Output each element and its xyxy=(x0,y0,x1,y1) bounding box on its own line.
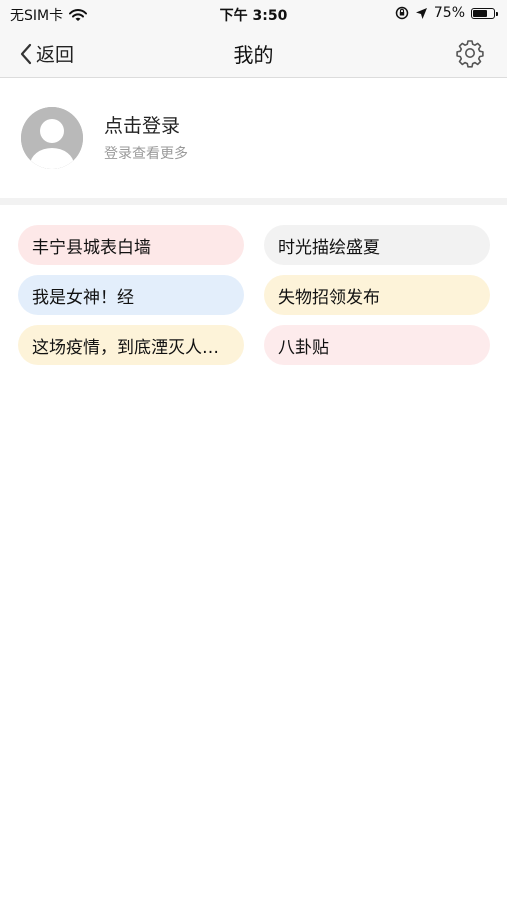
profile-section[interactable]: 点击登录 登录查看更多 xyxy=(0,78,507,198)
navigation-bar: 返回 我的 xyxy=(0,28,507,78)
battery-level xyxy=(473,9,487,17)
page-title: 我的 xyxy=(233,43,274,67)
section-divider xyxy=(0,198,507,205)
login-title[interactable]: 点击登录 xyxy=(104,111,180,138)
avatar[interactable] xyxy=(21,107,83,169)
default-avatar-icon xyxy=(21,107,83,169)
login-subtitle: 登录查看更多 xyxy=(104,146,188,162)
topic-chip-label: 时光描绘盛夏 xyxy=(278,237,380,258)
topic-chip[interactable]: 失物招领发布 xyxy=(264,275,490,315)
topic-chip-label: 我是女神！经 xyxy=(32,287,134,308)
battery-percent: 75% xyxy=(433,5,465,21)
battery-icon xyxy=(471,7,498,19)
status-bar: 无SIM卡 下午 3:50 75% xyxy=(0,0,507,28)
status-right: 75% xyxy=(395,5,498,21)
topic-chip-label: 这场疫情，到底湮灭人性还是唤醒人性 xyxy=(32,337,230,358)
topic-chip[interactable]: 八卦贴 xyxy=(264,325,490,365)
topic-chip-label: 八卦贴 xyxy=(278,337,329,358)
topic-chip-label: 丰宁县城表白墙 xyxy=(32,237,151,258)
gear-icon[interactable] xyxy=(455,38,485,68)
orientation-lock-icon xyxy=(395,6,409,20)
location-icon xyxy=(415,7,427,19)
topic-chip[interactable]: 时光描绘盛夏 xyxy=(264,225,490,265)
topic-chip[interactable]: 丰宁县城表白墙 xyxy=(18,225,244,265)
topic-chip[interactable]: 我是女神！经 xyxy=(18,275,244,315)
topic-chip-label: 失物招领发布 xyxy=(278,287,380,308)
topic-chip[interactable]: 这场疫情，到底湮灭人性还是唤醒人性 xyxy=(18,325,244,365)
topic-chip-grid: 丰宁县城表白墙 时光描绘盛夏 我是女神！经 失物招领发布 这场疫情，到底湮灭人性… xyxy=(18,225,490,365)
